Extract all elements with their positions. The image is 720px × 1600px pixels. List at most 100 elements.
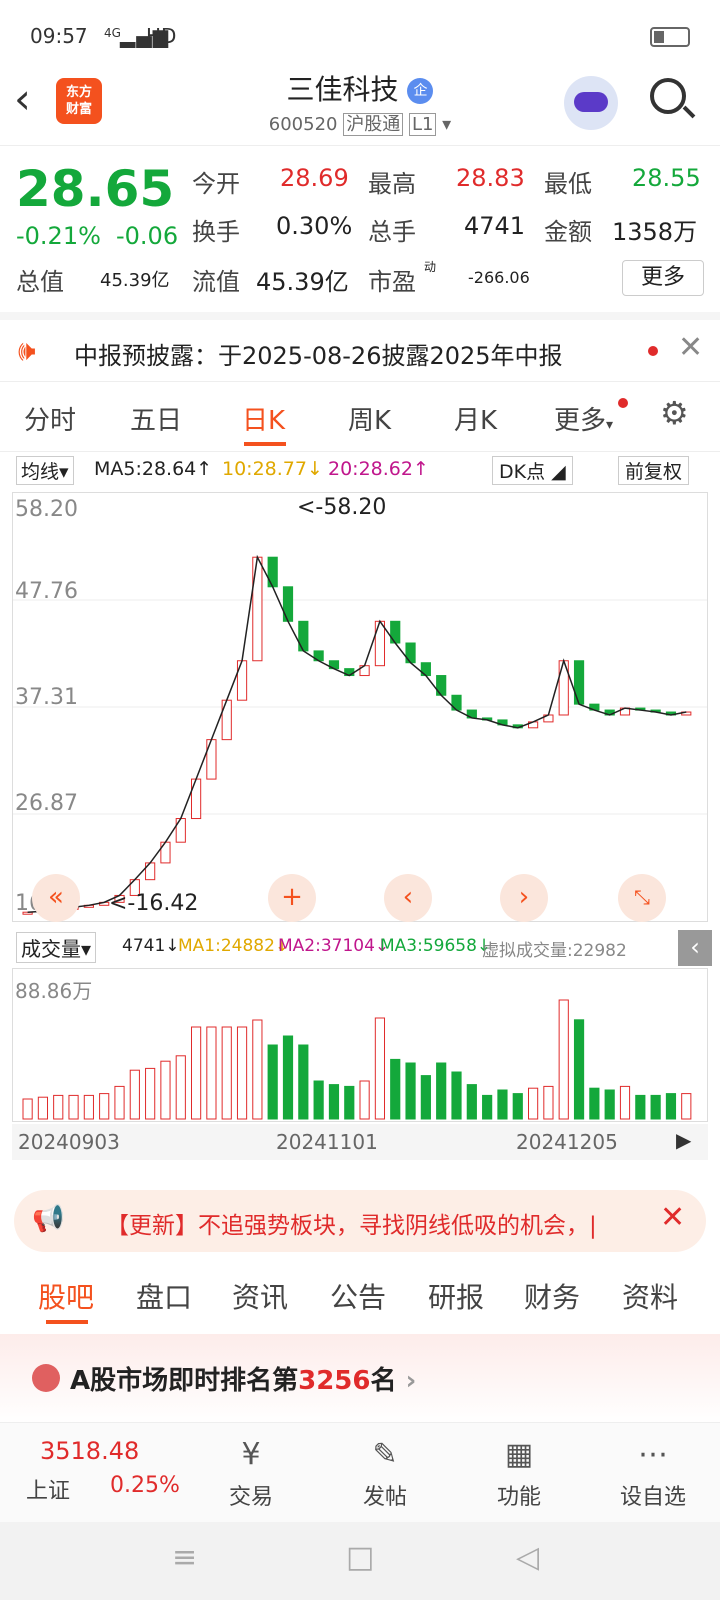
volume-bar <box>282 1035 294 1120</box>
mktcap-value: 45.39亿 <box>100 270 170 291</box>
pe-sup: 动 <box>424 260 437 274</box>
volume-bar <box>604 1089 615 1120</box>
kline-svg <box>13 554 707 915</box>
open-value: 28.69 <box>280 164 349 192</box>
tab-5day[interactable]: 五日 <box>130 400 182 437</box>
index-value[interactable]: 3518.48 <box>40 1437 139 1465</box>
adjust-button[interactable]: 前复权 <box>618 456 690 485</box>
volume-bar <box>497 1089 508 1120</box>
turnover-label: 换手 <box>192 218 240 246</box>
nav-functions[interactable]: ▦ 功能 <box>474 1437 564 1511</box>
volume-bar <box>221 1026 232 1120</box>
candle <box>252 556 263 662</box>
volume-bar <box>650 1094 661 1120</box>
volume-bar <box>359 1080 370 1120</box>
robot-assistant-icon[interactable] <box>564 76 618 130</box>
promo-banner[interactable]: 📢 【更新】不追强势板块，寻找阴线低吸的机会，| ✕ <box>14 1190 706 1252</box>
collapse-left-icon[interactable]: ‹ <box>678 930 712 966</box>
scroll-right-icon[interactable]: ▶ <box>676 1128 691 1152</box>
tab-news[interactable]: 资讯 <box>232 1276 288 1316</box>
index-name: 上证 <box>26 1479 71 1504</box>
hd-label: HD <box>146 24 177 48</box>
search-icon[interactable] <box>650 78 696 119</box>
kline-chart[interactable]: 58.20 47.76 37.31 26.87 16.42 <-58.20 <-… <box>12 492 708 922</box>
tab-intraday[interactable]: 分时 <box>24 400 76 437</box>
volume-bar <box>420 1075 431 1120</box>
dk-point-button[interactable]: DK点 ◢ <box>492 456 573 485</box>
ytick-4: 26.87 <box>15 791 78 816</box>
scroll-left-far-button[interactable]: « <box>32 874 80 922</box>
tab-guba[interactable]: 股吧 <box>38 1276 94 1316</box>
volume-type-select[interactable]: 成交量▾ <box>16 932 97 963</box>
date-2: 20241101 <box>276 1130 378 1154</box>
volume-bar <box>68 1094 79 1120</box>
tab-announcement[interactable]: 公告 <box>330 1276 386 1316</box>
tab-pankou[interactable]: 盘口 <box>136 1276 192 1316</box>
banner-close-icon[interactable]: ✕ <box>660 1200 685 1235</box>
tab-finance[interactable]: 财务 <box>524 1276 580 1316</box>
nav-post[interactable]: ✎ 发帖 <box>340 1437 430 1511</box>
rank-card[interactable]: A股市场即时排名第3256名 › <box>0 1334 720 1424</box>
home-icon[interactable]: □ <box>346 1540 374 1575</box>
back-icon[interactable]: ◁ <box>516 1540 539 1575</box>
system-nav-bar: ≡ □ ◁ <box>0 1522 720 1600</box>
vol-value: 4741↓ <box>122 936 180 956</box>
ma5-line <box>27 554 687 913</box>
nav-watchlist[interactable]: ⋯ 设自选 <box>608 1437 698 1511</box>
volume-bar <box>665 1093 677 1120</box>
volume-bar <box>436 1062 447 1120</box>
volume-bar <box>298 1044 309 1120</box>
tab-more[interactable]: 更多▾ <box>554 400 613 437</box>
ma20-value: 20:28.62↑ <box>328 458 429 480</box>
more-dot <box>618 398 628 408</box>
tab-research[interactable]: 研报 <box>428 1276 484 1316</box>
tab-profile[interactable]: 资料 <box>622 1276 678 1316</box>
nav-trade[interactable]: ¥ 交易 <box>206 1437 296 1511</box>
ma-type-select[interactable]: 均线▾ <box>16 456 74 485</box>
tab-monthly-k[interactable]: 月K <box>454 400 497 437</box>
notice-bar[interactable]: 🕪 中报预披露：于2025-08-26披露2025年中报 ✕ <box>0 312 720 382</box>
speaker-icon: 🕪 <box>18 334 36 367</box>
bottom-nav: 3518.48 上证 0.25% ¥ 交易 ✎ 发帖 ▦ 功能 ⋯ 设自选 <box>0 1422 720 1522</box>
volume-label: 总手 <box>368 218 416 246</box>
tab-weekly-k[interactable]: 周K <box>348 400 391 437</box>
period-tabs: 分时 五日 日K 周K 月K 更多▾ ⚙ <box>0 386 720 452</box>
status-bar: 09:57 4G ▂▄▆ HD <box>0 0 720 70</box>
volume-bar <box>451 1071 462 1120</box>
unread-dot <box>648 346 658 356</box>
crosshair-add-button[interactable]: + <box>268 874 316 922</box>
mktcap-label: 总值 <box>16 268 64 296</box>
volume-bar <box>37 1096 49 1120</box>
step-left-button[interactable]: ‹ <box>384 874 432 922</box>
volume-bar <box>573 1019 585 1120</box>
ytick-2: 47.76 <box>15 579 78 604</box>
volume-bar <box>344 1085 355 1120</box>
settings-gear-icon[interactable]: ⚙ <box>660 394 689 432</box>
rank-chart-icon <box>32 1364 60 1392</box>
high-label: 最高 <box>368 170 416 198</box>
more-dots-icon: ⋯ <box>638 1437 668 1472</box>
volume-bar <box>114 1085 125 1120</box>
candle <box>221 699 232 741</box>
step-right-button[interactable]: › <box>500 874 548 922</box>
volume-value: 4741 <box>464 212 526 240</box>
volume-bar <box>175 1055 186 1120</box>
more-button[interactable]: 更多 <box>622 260 704 296</box>
tab-daily-k[interactable]: 日K <box>242 400 285 437</box>
volume-bar <box>83 1094 94 1120</box>
menu-icon[interactable]: ≡ <box>172 1540 197 1575</box>
candle <box>374 620 386 667</box>
volume-bar <box>374 1017 386 1120</box>
ma10-value: 10:28.77↓ <box>222 458 323 480</box>
candle <box>390 620 401 644</box>
expand-icon[interactable]: ⤡ <box>618 874 666 922</box>
low-label: 最低 <box>544 170 592 198</box>
active-tab-indicator <box>244 442 286 446</box>
volume-bar <box>53 1094 64 1120</box>
close-icon[interactable]: ✕ <box>678 330 703 365</box>
volume-bar <box>22 1098 33 1120</box>
volume-bar <box>191 1026 202 1120</box>
volume-bar <box>145 1067 156 1120</box>
volume-bar <box>543 1085 554 1120</box>
volume-bar <box>681 1093 692 1120</box>
